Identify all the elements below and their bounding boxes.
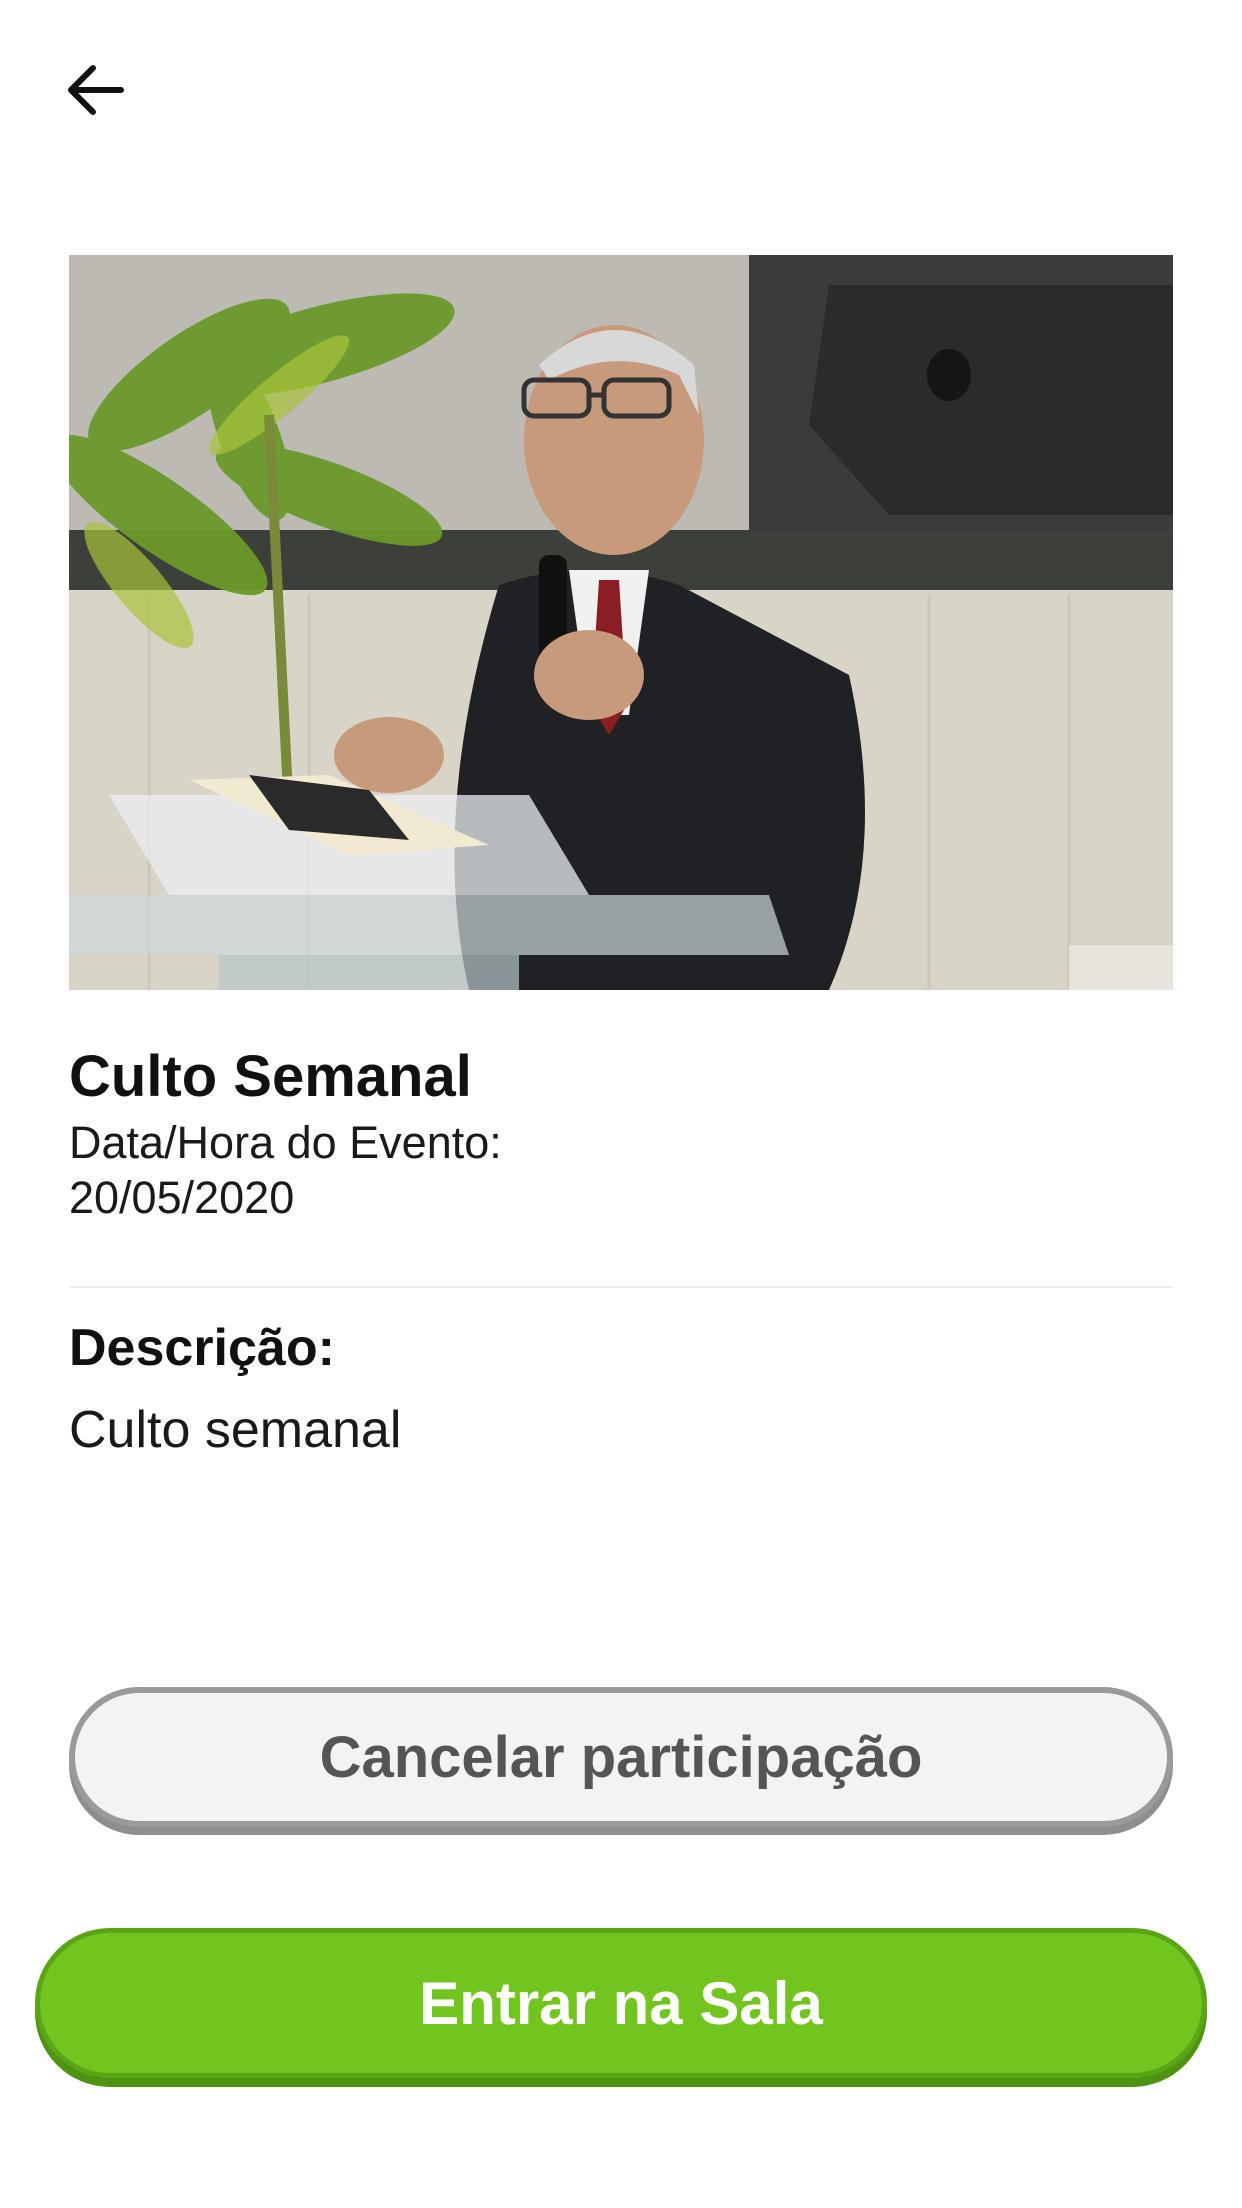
event-date-value: 20/05/2020 (69, 1172, 295, 1223)
arrow-left-icon (68, 65, 124, 115)
section-divider (69, 1286, 1173, 1288)
event-detail-screen: Culto Semanal Data/Hora do Evento: 20/05… (0, 0, 1242, 2208)
event-title: Culto Semanal (69, 1044, 472, 1109)
back-button[interactable] (50, 45, 140, 135)
enter-room-button[interactable]: Entrar na Sala (35, 1928, 1207, 2078)
event-date-label: Data/Hora do Evento: (69, 1117, 502, 1168)
description-label: Descrição: (69, 1319, 335, 1377)
event-image (69, 255, 1173, 990)
cancel-participation-button[interactable]: Cancelar participação (69, 1687, 1173, 1827)
description-text: Culto semanal (69, 1401, 402, 1459)
